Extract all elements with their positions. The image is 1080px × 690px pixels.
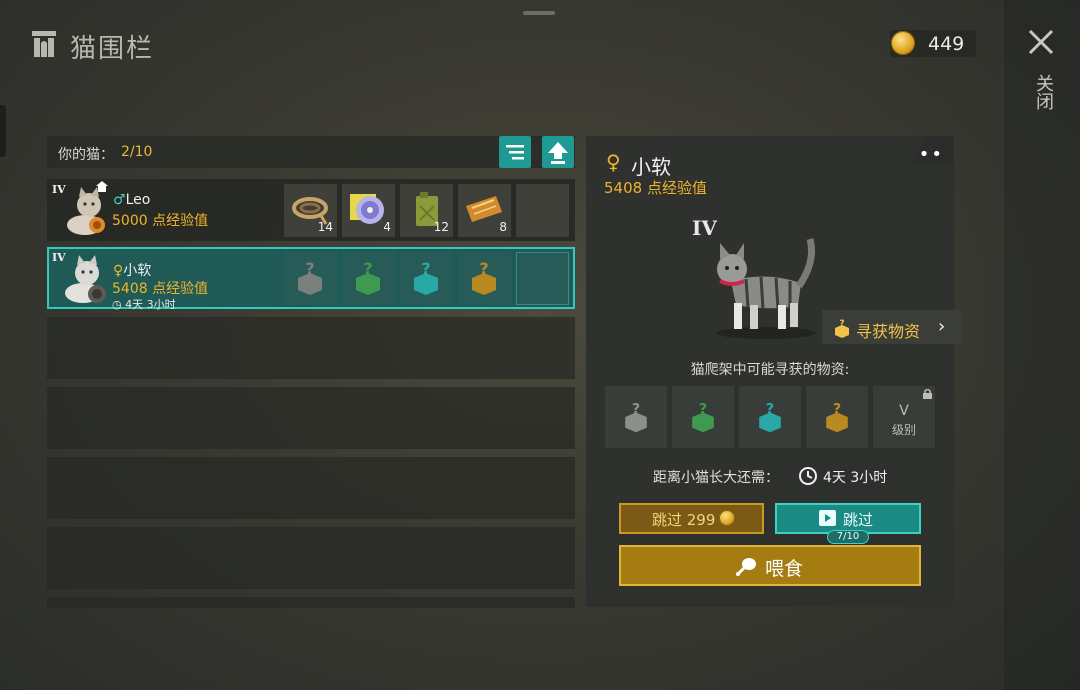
coin-icon bbox=[719, 510, 735, 526]
loot-slot[interactable]: ? bbox=[806, 386, 868, 448]
loot-slot[interactable]: ? bbox=[605, 386, 667, 448]
empty-cat-row[interactable] bbox=[47, 317, 575, 379]
more-icon[interactable]: ••• bbox=[910, 144, 944, 165]
skip-ad-label: 跳过 bbox=[843, 511, 874, 529]
svg-text:?: ? bbox=[363, 259, 372, 278]
drumstick-icon bbox=[736, 558, 756, 576]
item-qty: 8 bbox=[499, 220, 507, 234]
cat-list-panel: 你的猫： 2/10 IV ♂Leo 5000 点经验值 14 4 12 8 IV… bbox=[47, 136, 575, 608]
mystery-slot[interactable]: ? bbox=[284, 252, 337, 305]
skip-coin-button[interactable]: 跳过 299 bbox=[619, 503, 764, 534]
svg-text:?: ? bbox=[766, 401, 774, 417]
svg-text:?: ? bbox=[305, 259, 314, 278]
sort-button[interactable] bbox=[499, 136, 531, 168]
empty-cat-row[interactable] bbox=[47, 527, 575, 589]
upgrade-button[interactable] bbox=[542, 136, 574, 168]
item-qty: 14 bbox=[317, 220, 333, 234]
mystery-slot[interactable]: ? bbox=[400, 252, 453, 305]
empty-cat-row[interactable] bbox=[47, 387, 575, 449]
cat-avatar bbox=[65, 255, 106, 303]
clock-icon: ◷ bbox=[112, 298, 122, 311]
cat-pen-icon bbox=[32, 31, 56, 57]
item-slot[interactable]: 4 bbox=[342, 184, 395, 237]
cat-portrait bbox=[716, 238, 816, 339]
cat-count-bar: 你的猫： 2/10 bbox=[47, 136, 575, 168]
cat-name: ♂Leo bbox=[113, 192, 151, 208]
more-menu-tab[interactable]: ••• bbox=[910, 136, 954, 166]
drag-handle[interactable] bbox=[523, 11, 555, 15]
grow-time: 4天 3小时 bbox=[823, 470, 888, 486]
page-title: 猫围栏 bbox=[70, 34, 155, 64]
coin-count: 449 bbox=[928, 33, 965, 55]
feed-button[interactable]: 喂食 bbox=[619, 545, 921, 586]
cat-detail-panel: ••• ♀ 小软 5408 点经验值 IV ? 寻获物资 › 猫爬架中可能寻获的… bbox=[586, 136, 962, 607]
loot-slot[interactable]: ? bbox=[739, 386, 801, 448]
cat-exp: 5000 点经验值 bbox=[112, 213, 209, 229]
coupon-ticket-icon bbox=[466, 196, 502, 222]
locked-tier: V bbox=[899, 403, 909, 419]
female-icon: ♀ bbox=[113, 263, 124, 279]
item-qty: 4 bbox=[383, 220, 391, 234]
female-icon: ♀ bbox=[606, 150, 621, 174]
loot-slot[interactable]: ? bbox=[672, 386, 734, 448]
forage-button[interactable]: ? 寻获物资 › bbox=[822, 310, 962, 344]
male-icon: ♂ bbox=[113, 192, 126, 208]
close-icon[interactable] bbox=[1026, 27, 1056, 57]
mystery-box-gray-icon: ? bbox=[625, 401, 647, 433]
item-slot[interactable]: 14 bbox=[284, 184, 337, 237]
empty-item-slot[interactable] bbox=[516, 252, 569, 305]
grow-timer: ◷ 4天 3小时 bbox=[112, 298, 176, 311]
mystery-box-green-icon: ? bbox=[692, 401, 714, 433]
chevron-right-icon: › bbox=[938, 316, 946, 337]
mystery-box-gold-icon: ? bbox=[472, 259, 496, 295]
empty-item-slot[interactable] bbox=[516, 184, 569, 237]
mystery-box-green-icon: ? bbox=[356, 259, 380, 295]
grow-label: 距离小猫长大还需： bbox=[653, 470, 779, 486]
cat-exp: 5408 点经验值 bbox=[112, 281, 209, 297]
your-cats-label: 你的猫： bbox=[58, 147, 114, 163]
svg-text:?: ? bbox=[479, 259, 488, 278]
mystery-box-gold-icon: ? bbox=[826, 401, 848, 433]
cat-row-leo[interactable]: IV ♂Leo 5000 点经验值 14 4 12 8 bbox=[47, 179, 575, 241]
cat-avatar bbox=[67, 187, 105, 235]
locked-level-label: 级别 bbox=[891, 423, 916, 437]
ad-count-badge: 7/10 bbox=[827, 530, 869, 544]
skip-ad-button[interactable]: 跳过 7/10 bbox=[775, 503, 921, 544]
forage-label: 寻获物资 bbox=[856, 322, 921, 341]
arrow-up-icon bbox=[548, 142, 568, 164]
mystery-box-teal-icon: ? bbox=[414, 259, 438, 295]
skip-coin-label: 跳过 299 bbox=[652, 511, 716, 529]
cd-disc-icon bbox=[350, 194, 384, 224]
cat-exp: 5408 点经验值 bbox=[604, 179, 707, 197]
mystery-slot[interactable]: ? bbox=[458, 252, 511, 305]
mystery-box-gray-icon: ? bbox=[298, 259, 322, 295]
loot-icon: ? bbox=[835, 319, 849, 338]
empty-cat-row[interactable] bbox=[47, 457, 575, 519]
feed-label: 喂食 bbox=[765, 558, 804, 580]
mystery-box-teal-icon: ? bbox=[759, 401, 781, 433]
sort-icon bbox=[506, 145, 524, 160]
cat-row-xiaoruan[interactable]: IV ♀小软 5408 点经验值 ◷ 4天 3小时 ? ? ? ? bbox=[47, 247, 575, 311]
item-slot[interactable]: 12 bbox=[400, 184, 453, 237]
svg-text:?: ? bbox=[839, 319, 844, 329]
mystery-slot[interactable]: ? bbox=[342, 252, 395, 305]
video-ad-icon bbox=[819, 510, 836, 526]
empty-cat-row[interactable] bbox=[47, 597, 575, 608]
item-slot[interactable]: 8 bbox=[458, 184, 511, 237]
cat-count: 2/10 bbox=[121, 144, 153, 160]
cat-name: ♀小软 bbox=[113, 263, 152, 279]
svg-text:?: ? bbox=[699, 401, 707, 417]
possible-loot-label: 猫爬架中可能寻获的物资: bbox=[690, 362, 850, 378]
side-drawer-tab[interactable] bbox=[0, 105, 6, 157]
svg-text:?: ? bbox=[632, 401, 640, 417]
cat-name: 小软 bbox=[631, 155, 671, 179]
svg-text:?: ? bbox=[833, 401, 841, 417]
clock-icon bbox=[799, 467, 817, 485]
svg-text:?: ? bbox=[421, 259, 430, 278]
locked-loot-slot[interactable]: V 级别 bbox=[873, 386, 935, 448]
item-qty: 12 bbox=[433, 220, 449, 234]
close-label[interactable]: 关闭 bbox=[1030, 74, 1054, 110]
coin-icon bbox=[891, 31, 915, 55]
lock-icon bbox=[923, 389, 932, 399]
